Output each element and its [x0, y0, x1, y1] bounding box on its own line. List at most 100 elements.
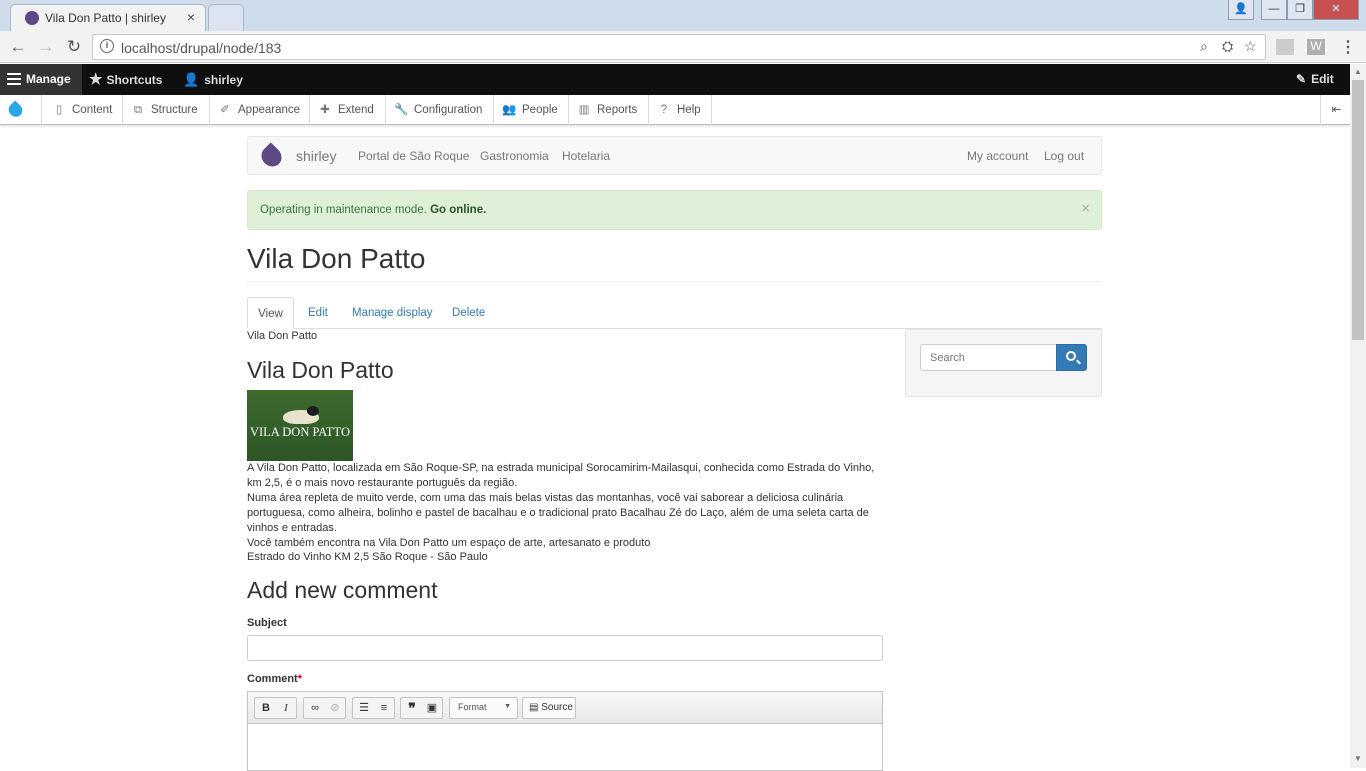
log-out-link[interactable]: Log out	[1044, 149, 1084, 163]
user-profile-icon[interactable]: 👤	[1228, 0, 1254, 20]
duck-head-shape	[307, 406, 319, 416]
url-text[interactable]: localhost/drupal/node/183	[121, 40, 281, 56]
collapse-tray-icon[interactable]: ⇤	[1320, 95, 1352, 125]
source-label: Source	[541, 702, 573, 713]
tab-manage-display[interactable]: Manage display	[352, 297, 433, 329]
manage-menu-button[interactable]: Manage	[0, 64, 82, 95]
scroll-up-icon[interactable]: ▲	[1350, 67, 1366, 76]
search-input[interactable]	[920, 344, 1057, 371]
link-button-group: ∞ ⊘	[303, 697, 346, 719]
unlink-icon[interactable]: ⊘	[325, 698, 345, 718]
nav-link-gastronomia[interactable]: Gastronomia	[480, 149, 549, 163]
info-icon[interactable]: i	[100, 39, 114, 53]
browser-tab[interactable]: Vila Don Patto | shirley ×	[10, 4, 206, 31]
tray-item-appearance[interactable]: ✐ Appearance	[210, 95, 310, 125]
link-icon[interactable]: ∞	[305, 698, 325, 718]
breadcrumb: Vila Don Patto	[247, 330, 318, 342]
tray-item-reports[interactable]: ▥ Reports	[569, 95, 649, 125]
shortcuts-label: Shortcuts	[106, 73, 163, 87]
browser-toolbar: ← → ↻ i localhost/drupal/node/183 ⌕ ⛭ ☆ …	[0, 31, 1366, 63]
search-button[interactable]	[1056, 344, 1087, 371]
image-icon[interactable]: ▣	[422, 698, 442, 718]
source-button[interactable]: ▤ Source	[522, 697, 576, 719]
tray-item-configuration[interactable]: 🔧 Configuration	[386, 95, 494, 125]
tray-label: People	[522, 104, 558, 116]
comment-label-text: Comment	[247, 673, 298, 685]
tab-close-icon[interactable]: ×	[187, 9, 195, 25]
comment-heading: Add new comment	[247, 577, 438, 603]
page-scrollbar[interactable]: ▲ ▼	[1350, 64, 1366, 768]
node-image: VILA DON PATTO	[247, 390, 353, 461]
tab-edit[interactable]: Edit	[308, 297, 328, 329]
sitemap-icon: ⧉	[133, 104, 143, 116]
tray-item-structure[interactable]: ⧉ Structure	[123, 95, 210, 125]
browser-menu-icon[interactable]: ⋮	[1340, 37, 1356, 57]
subject-input[interactable]	[247, 635, 883, 661]
block-button-group: ❞ ▣	[400, 697, 443, 719]
body-paragraph: Numa área repleta de muito verde, com um…	[247, 492, 869, 534]
paintbrush-icon: ✐	[220, 104, 230, 116]
admin-toolbar: Manage ★ Shortcuts 👤 shirley ✎ Edit	[0, 64, 1352, 95]
scroll-thumb[interactable]	[1352, 80, 1364, 340]
back-arrow-icon[interactable]: ←	[7, 36, 29, 58]
tray-item-help[interactable]: ? Help	[649, 95, 712, 125]
bulleted-list-icon[interactable]: ☰	[354, 698, 374, 718]
w-extension-icon[interactable]: W	[1307, 39, 1325, 55]
address-text: Estrado do Vinho KM 2,5 São Roque - São …	[247, 551, 488, 563]
body-paragraph: Você também encontra na Vila Don Patto u…	[247, 537, 651, 549]
bold-button[interactable]: B	[256, 698, 276, 718]
forward-arrow-icon[interactable]: →	[35, 36, 57, 58]
tray-label: Extend	[338, 104, 374, 116]
translate-icon[interactable]: ⛭	[1222, 38, 1233, 55]
bar-chart-icon: ▥	[578, 104, 590, 116]
format-button-group: B I	[254, 697, 297, 719]
tab-title: Vila Don Patto | shirley	[45, 11, 166, 25]
drupal-home-button[interactable]	[0, 95, 42, 125]
new-tab-button[interactable]	[208, 4, 244, 31]
italic-button[interactable]: I	[276, 698, 296, 718]
site-name[interactable]: shirley	[296, 148, 336, 164]
site-logo-icon[interactable]	[257, 142, 286, 171]
numbered-list-icon[interactable]: ≡	[374, 698, 394, 718]
close-window-button[interactable]: ✕	[1313, 0, 1359, 20]
tray-label: Content	[72, 104, 113, 116]
node-body: A Vila Don Patto, localizada em São Roqu…	[247, 461, 887, 551]
maximize-button[interactable]: ❐	[1287, 0, 1313, 20]
nav-link-hotelaria[interactable]: Hotelaria	[562, 149, 610, 163]
extension-icon[interactable]	[1276, 39, 1294, 55]
tab-view[interactable]: View	[247, 297, 294, 329]
edit-label: Edit	[1311, 72, 1334, 86]
scroll-down-icon[interactable]: ▼	[1350, 754, 1366, 763]
maintenance-message: Operating in maintenance mode. Go online…	[260, 204, 486, 216]
browser-tab-strip: Vila Don Patto | shirley × 👤 — ❐ ✕	[0, 0, 1366, 31]
user-icon: 👤	[183, 72, 200, 87]
list-button-group: ☰ ≡	[352, 697, 395, 719]
my-account-link[interactable]: My account	[967, 149, 1028, 163]
close-icon[interactable]: ×	[1081, 200, 1090, 217]
go-online-link[interactable]: Go online.	[430, 204, 486, 216]
maintenance-text: Operating in maintenance mode.	[260, 204, 427, 216]
comment-editor[interactable]: B I ∞ ⊘ ☰ ≡ ❞ ▣ Format ▼ ▤ Source	[247, 691, 883, 771]
nav-link-portal[interactable]: Portal de São Roque	[358, 149, 469, 163]
tray-item-content[interactable]: ▯ Content	[42, 95, 123, 125]
document-icon: ▯	[55, 104, 63, 116]
tray-item-people[interactable]: 👥 People	[494, 95, 569, 125]
drupal-favicon-icon	[25, 11, 39, 25]
star-icon: ★	[89, 71, 103, 88]
reload-icon[interactable]: ↻	[63, 36, 85, 58]
format-dropdown[interactable]: Format ▼	[449, 697, 518, 719]
wrench-icon: 🔧	[394, 104, 409, 116]
image-logo-text: VILA DON PATTO	[249, 425, 350, 439]
sidebar-search-block	[905, 329, 1102, 397]
tab-delete[interactable]: Delete	[452, 297, 485, 329]
shortcuts-button[interactable]: ★ Shortcuts	[89, 64, 162, 95]
edit-mode-button[interactable]: ✎ Edit	[1296, 64, 1334, 95]
blockquote-icon[interactable]: ❞	[402, 698, 422, 718]
bookmark-star-icon[interactable]: ☆	[1244, 38, 1257, 55]
tray-label: Reports	[597, 104, 638, 116]
address-bar[interactable]: i localhost/drupal/node/183 ⌕ ⛭ ☆	[92, 34, 1266, 60]
zoom-icon[interactable]: ⌕	[1200, 38, 1208, 55]
tray-item-extend[interactable]: ✚ Extend	[310, 95, 386, 125]
user-menu-button[interactable]: 👤 shirley	[183, 64, 243, 95]
minimize-button[interactable]: —	[1261, 0, 1287, 20]
